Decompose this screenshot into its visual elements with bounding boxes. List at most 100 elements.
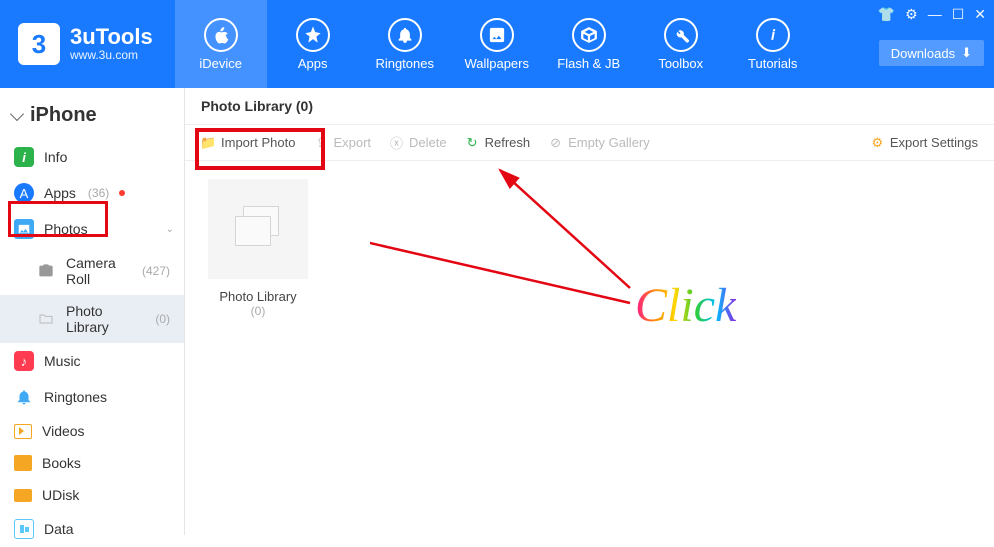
tb-label: Empty Gallery: [568, 135, 650, 150]
logo-text: 3uTools www.3u.com: [70, 26, 153, 62]
minimize-icon[interactable]: —: [928, 6, 942, 23]
download-icon: ⬇: [961, 45, 972, 61]
data-icon: [14, 519, 34, 539]
sidebar: iPhone i Info A Apps (36) Photos ⌄: [0, 88, 185, 535]
sidebar-item-videos[interactable]: Videos: [0, 415, 184, 447]
sidebar-label: Info: [44, 149, 67, 165]
sidebar-item-music[interactable]: ♪ Music: [0, 343, 184, 379]
red-dot-badge: [119, 190, 125, 196]
maximize-icon[interactable]: ☐: [952, 6, 965, 23]
nav-label: Wallpapers: [464, 56, 529, 71]
sidebar-label: Books: [42, 455, 81, 471]
book-icon: [14, 455, 32, 471]
main-area: iPhone i Info A Apps (36) Photos ⌄: [0, 88, 994, 535]
music-icon: ♪: [14, 351, 34, 371]
empty-icon: ⊘: [548, 135, 563, 150]
sidebar-item-info[interactable]: i Info: [0, 139, 184, 175]
tools-icon: [664, 18, 698, 52]
content-panel: Photo Library (0) 📁 Import Photo ⇪ Expor…: [185, 88, 994, 535]
sidebar-item-data[interactable]: Data: [0, 511, 184, 547]
sidebar-label: UDisk: [42, 487, 79, 503]
album-label: Photo Library: [219, 289, 296, 304]
camera-roll-count: (427): [142, 264, 170, 278]
nav-label: Tutorials: [748, 56, 797, 71]
device-name: iPhone: [30, 104, 97, 127]
tb-label: Delete: [409, 135, 447, 150]
sidebar-item-camera-roll[interactable]: Camera Roll (427): [0, 247, 184, 295]
downloads-button[interactable]: Downloads ⬇: [879, 40, 984, 66]
sidebar-item-photos[interactable]: Photos ⌄: [0, 211, 184, 247]
window-controls: 👕 ⚙ — ☐ ✕: [878, 6, 986, 23]
gallery-view: Photo Library (0): [185, 161, 994, 336]
tb-label: Import Photo: [221, 135, 295, 150]
nav-tab-flashjb[interactable]: Flash & JB: [543, 0, 635, 88]
sidebar-label: Music: [44, 353, 81, 369]
sidebar-label: Videos: [42, 423, 85, 439]
gear-icon: ⚙: [870, 135, 885, 150]
svg-text:i: i: [771, 27, 775, 42]
sidebar-item-apps[interactable]: A Apps (36): [0, 175, 184, 211]
tb-label: Export: [333, 135, 371, 150]
refresh-button[interactable]: ↻ Refresh: [465, 135, 531, 150]
video-icon: [14, 424, 32, 439]
nav-tab-idevice[interactable]: iDevice: [175, 0, 267, 88]
bell-icon: [14, 387, 34, 407]
nav-label: iDevice: [199, 56, 242, 71]
nav-tab-wallpapers[interactable]: Wallpapers: [451, 0, 543, 88]
logo-block: 3 3uTools www.3u.com: [0, 23, 165, 65]
photo-library-count: (0): [155, 312, 170, 326]
sidebar-list: i Info A Apps (36) Photos ⌄ Camera: [0, 139, 184, 547]
nav-tab-tutorials[interactable]: i Tutorials: [727, 0, 819, 88]
export-icon: ⇪: [313, 135, 328, 150]
box-icon: [572, 18, 606, 52]
tb-label: Refresh: [485, 135, 531, 150]
nav-tab-ringtones[interactable]: Ringtones: [359, 0, 451, 88]
export-button[interactable]: ⇪ Export: [313, 135, 371, 150]
app-title: 3uTools: [70, 26, 153, 48]
nav-label: Toolbox: [658, 56, 703, 71]
toolbar: 📁 Import Photo ⇪ Export ⓧ Delete ↻ Refre…: [185, 125, 994, 161]
apple-icon: [204, 18, 238, 52]
device-selector[interactable]: iPhone: [0, 98, 184, 133]
close-icon[interactable]: ✕: [974, 6, 986, 23]
image-icon: [480, 18, 514, 52]
album-thumbnail: [208, 179, 308, 279]
sidebar-label: Photos: [44, 221, 88, 237]
nav-tabs: iDevice Apps Ringtones Wallpapers Flash …: [175, 0, 819, 88]
folder-icon: [36, 309, 56, 329]
sidebar-label: Apps: [44, 185, 76, 201]
apps-circle-icon: A: [14, 183, 34, 203]
album-photo-library[interactable]: Photo Library (0): [203, 179, 313, 318]
app-header: 3 3uTools www.3u.com iDevice Apps Ringto…: [0, 0, 994, 88]
tb-label: Export Settings: [890, 135, 978, 150]
import-icon: 📁: [201, 135, 216, 150]
chevron-down-icon: ⌄: [166, 224, 174, 235]
sidebar-label: Photo Library: [66, 303, 143, 335]
nav-label: Flash & JB: [557, 56, 620, 71]
stack-icon: [235, 206, 281, 252]
nav-label: Ringtones: [375, 56, 434, 71]
sidebar-item-ringtones[interactable]: Ringtones: [0, 379, 184, 415]
sidebar-item-books[interactable]: Books: [0, 447, 184, 479]
bell-icon: [388, 18, 422, 52]
delete-icon: ⓧ: [389, 135, 404, 150]
nav-tab-apps[interactable]: Apps: [267, 0, 359, 88]
apps-count: (36): [88, 186, 109, 200]
sidebar-label: Camera Roll: [66, 255, 130, 287]
empty-gallery-button[interactable]: ⊘ Empty Gallery: [548, 135, 650, 150]
export-settings-button[interactable]: ⚙ Export Settings: [870, 135, 978, 150]
sidebar-item-udisk[interactable]: UDisk: [0, 479, 184, 511]
apps-icon: [296, 18, 330, 52]
tshirt-icon[interactable]: 👕: [878, 6, 895, 23]
nav-tab-toolbox[interactable]: Toolbox: [635, 0, 727, 88]
import-photo-button[interactable]: 📁 Import Photo: [201, 135, 295, 150]
content-title: Photo Library (0): [185, 88, 994, 125]
delete-button[interactable]: ⓧ Delete: [389, 135, 447, 150]
sidebar-item-photo-library[interactable]: Photo Library (0): [0, 295, 184, 343]
gear-icon[interactable]: ⚙: [905, 6, 918, 23]
sidebar-label: Ringtones: [44, 389, 107, 405]
downloads-label: Downloads: [891, 46, 955, 61]
info-icon: i: [756, 18, 790, 52]
logo-badge: 3: [18, 23, 60, 65]
info-circle-icon: i: [14, 147, 34, 167]
